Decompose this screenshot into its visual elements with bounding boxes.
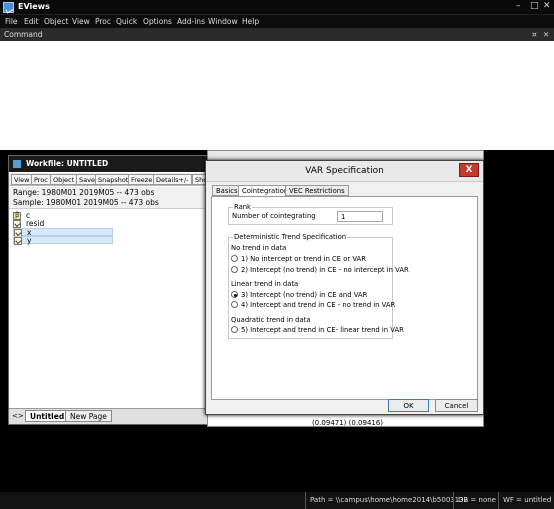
- app-title-bar: EViews – □ ✕: [0, 0, 554, 15]
- trend-option-4-label[interactable]: 4) Intercept and trend in CE - no trend …: [241, 301, 395, 309]
- workfile-icon: [13, 160, 21, 168]
- series-icon: [13, 220, 21, 228]
- rank-group-label: Rank: [233, 203, 252, 211]
- quadratic-trend-heading: Quadratic trend in data: [231, 316, 311, 324]
- workfile-info: Range: 1980M01 2019M05 -- 473 obs Sample…: [9, 187, 215, 209]
- wf-object-button[interactable]: Object: [50, 174, 78, 185]
- trend-option-3-radio[interactable]: [231, 291, 238, 298]
- var-specification-dialog: VAR Specification X Basics Cointegration…: [205, 160, 484, 415]
- cancel-button[interactable]: Cancel: [435, 399, 478, 412]
- workfile-title-bar[interactable]: Workfile: UNTITLED: [9, 156, 215, 172]
- trend-group-label: Deterministic Trend Specification: [233, 233, 348, 241]
- cointegrating-count-input[interactable]: 1: [337, 211, 383, 222]
- list-item[interactable]: y: [13, 236, 113, 245]
- wf-view-button[interactable]: View: [11, 174, 33, 185]
- tab-vec-restrictions[interactable]: VEC Restrictions: [285, 185, 349, 196]
- menu-object[interactable]: Object: [44, 17, 68, 26]
- status-bar: Path = \\campus\home\home2014\b5003132 D…: [0, 492, 554, 509]
- cointegrating-label: Number of cointegrating: [232, 212, 316, 220]
- menu-window[interactable]: Window: [208, 17, 238, 26]
- status-db: DB = none: [453, 492, 496, 509]
- menu-file[interactable]: File: [5, 17, 18, 26]
- status-path: Path = \\campus\home\home2014\b5003132: [305, 492, 468, 509]
- workfile-window: Workfile: UNTITLED View Proc Object Save…: [8, 155, 216, 425]
- dialog-close-button[interactable]: X: [459, 163, 479, 177]
- ok-button[interactable]: OK: [388, 399, 429, 412]
- menu-bar: File Edit Object View Proc Quick Options…: [0, 15, 554, 28]
- eviews-logo-icon: [3, 2, 14, 13]
- workfile-page-tabs: <> Untitled New Page: [9, 408, 215, 424]
- wf-snapshot-button[interactable]: Snapshot: [95, 174, 132, 185]
- workfile-toolbar: View Proc Object Save Snapshot Freeze De…: [9, 173, 215, 186]
- pin-icon[interactable]: ¤: [532, 30, 537, 39]
- menu-help[interactable]: Help: [242, 17, 259, 26]
- workfile-range[interactable]: Range: 1980M01 2019M05 -- 473 obs: [13, 188, 154, 197]
- coefficient-icon: [13, 211, 21, 220]
- trend-group: Deterministic Trend Specification No tre…: [228, 233, 409, 339]
- workfile-sample[interactable]: Sample: 1980M01 2019M05 -- 473 obs: [13, 198, 159, 207]
- trend-option-1-radio[interactable]: [231, 255, 238, 262]
- equation-output-text: (0.09471) (0.09416): [312, 419, 384, 427]
- workfile-object-list: c resid x y: [9, 210, 215, 406]
- close-icon[interactable]: ✕: [543, 1, 551, 11]
- menu-edit[interactable]: Edit: [24, 17, 39, 26]
- trend-option-1-label[interactable]: 1) No intercept or trend in CE or VAR: [241, 255, 366, 263]
- maximize-icon[interactable]: □: [530, 1, 539, 11]
- dialog-title: VAR Specification: [305, 166, 384, 176]
- menu-proc[interactable]: Proc: [95, 17, 111, 26]
- command-bar: Command ¤ ✕: [0, 28, 554, 41]
- linear-trend-heading: Linear trend in data: [231, 280, 299, 288]
- wf-details-button[interactable]: Details+/-: [153, 174, 192, 185]
- page-scroll-arrows[interactable]: <>: [12, 412, 24, 420]
- wf-freeze-button[interactable]: Freeze: [128, 174, 156, 185]
- minimize-icon[interactable]: –: [516, 1, 521, 11]
- series-icon: [14, 237, 22, 245]
- trend-option-2-radio[interactable]: [231, 266, 238, 273]
- tab-untitled[interactable]: Untitled: [25, 410, 70, 422]
- trend-option-2-label[interactable]: 2) Intercept (no trend) in CE - no inter…: [241, 266, 409, 274]
- no-trend-heading: No trend in data: [231, 244, 287, 252]
- dialog-title-bar[interactable]: VAR Specification X: [206, 161, 483, 182]
- command-input-area[interactable]: [0, 41, 554, 150]
- trend-option-5-label[interactable]: 5) Intercept and trend in CE- linear tre…: [241, 326, 404, 334]
- cointegration-pane: Rank Number of cointegrating 1 Determini…: [211, 196, 478, 400]
- list-item[interactable]: x: [13, 228, 113, 237]
- menu-view[interactable]: View: [72, 17, 90, 26]
- command-close-icon[interactable]: ✕: [543, 30, 549, 39]
- workfile-title: Workfile: UNTITLED: [26, 159, 109, 168]
- trend-option-5-radio[interactable]: [231, 326, 238, 333]
- trend-option-4-radio[interactable]: [231, 301, 238, 308]
- menu-addins[interactable]: Add-ins: [177, 17, 205, 26]
- menu-options[interactable]: Options: [143, 17, 172, 26]
- menu-quick[interactable]: Quick: [116, 17, 137, 26]
- rank-group: Rank Number of cointegrating 1: [228, 203, 393, 225]
- app-title: EViews: [18, 2, 50, 11]
- wf-proc-button[interactable]: Proc: [31, 174, 51, 185]
- trend-option-3-label[interactable]: 3) Intercept (no trend) in CE and VAR: [241, 291, 367, 299]
- status-wf: WF = untitled: [498, 492, 551, 509]
- tab-new-page[interactable]: New Page: [65, 410, 112, 422]
- command-label: Command: [4, 30, 43, 39]
